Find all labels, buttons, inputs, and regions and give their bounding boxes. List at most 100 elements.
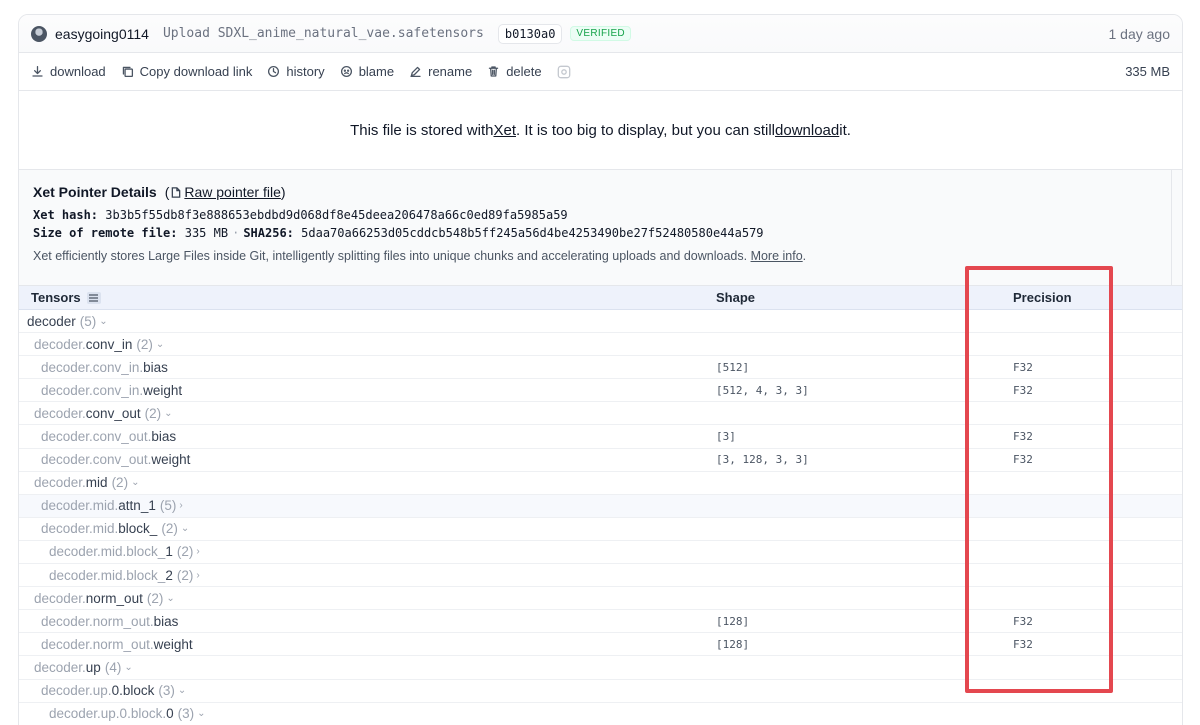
avatar[interactable] (31, 25, 47, 42)
list-icon[interactable] (86, 291, 101, 304)
tensor-name-prefix: decoder.norm_out. (41, 636, 154, 652)
tensor-row: decoder.conv_out. bias [3] F32 (19, 425, 1182, 449)
tensor-shape: [512, 4, 3, 3] (716, 383, 809, 397)
xet-hash-value: 3b3b5f55db8f3e888653ebdbd9d068df8e45deea… (105, 208, 568, 222)
tensor-child-count: (2) (176, 544, 194, 560)
tensor-shape: [128] (716, 614, 750, 628)
chevron-down-icon[interactable]: ⌄ (156, 339, 164, 350)
chevron-down-icon[interactable]: ⌄ (99, 316, 107, 327)
chevron-down-icon[interactable]: ⌄ (131, 477, 139, 488)
xet-details-heading: Xet Pointer Details (Raw pointer file) (33, 184, 1168, 200)
tensor-row[interactable]: decoder.mid.block_ 1 (2) › (19, 541, 1182, 565)
tensor-row[interactable]: decoder.up. 0.block (3) ⌄ (19, 680, 1182, 703)
tensor-row[interactable]: decoder. conv_out (2) ⌄ (19, 402, 1182, 426)
chevron-down-icon[interactable]: ⌄ (181, 523, 189, 534)
chevron-down-icon[interactable]: ⌄ (164, 408, 172, 419)
raw-pointer-file-link-wrap: (Raw pointer file) (164, 184, 286, 200)
tensor-name: decoder. up (4) ⌄ (19, 660, 716, 675)
commit-message[interactable]: Upload SDXL_anime_natural_vae.safetensor… (163, 26, 484, 41)
tensor-child-count: (5) (79, 313, 97, 329)
notice-download-link[interactable]: download (775, 122, 839, 139)
tensor-row[interactable]: decoder. conv_in (2) ⌄ (19, 333, 1182, 357)
chevron-down-icon[interactable]: ⌄ (197, 708, 205, 719)
tensor-row: decoder.conv_in. weight [512, 4, 3, 3] F32 (19, 379, 1182, 403)
download-button[interactable]: download (31, 64, 106, 79)
tensor-child-count: (3) (158, 683, 175, 699)
chevron-down-icon[interactable]: ⌄ (124, 662, 132, 673)
settings-icon (557, 65, 570, 78)
tensor-name-leaf: attn_1 (118, 498, 156, 514)
tensor-row[interactable]: decoder. up (4) ⌄ (19, 656, 1182, 680)
copy-download-link-label: Copy download link (139, 64, 253, 79)
tensor-shape: [512] (716, 360, 750, 374)
tensor-name-leaf: bias (151, 429, 177, 445)
chevron-right-icon[interactable]: › (179, 500, 182, 511)
tensor-name: decoder.conv_out. bias (19, 429, 716, 444)
copy-download-link-button[interactable]: Copy download link (121, 64, 253, 79)
tensor-child-count: (3) (177, 706, 195, 722)
scrollbar-track[interactable] (1171, 170, 1172, 285)
tensor-child-count: (2) (136, 336, 153, 352)
tensor-name: decoder.norm_out. bias (19, 614, 716, 629)
chevron-right-icon[interactable]: › (196, 546, 199, 557)
blame-label: blame (358, 64, 395, 79)
more-info-link[interactable]: More info (751, 249, 803, 263)
tensor-name-leaf: 0.block (111, 683, 155, 699)
delete-button[interactable]: delete (487, 64, 542, 79)
tensor-name-prefix: decoder.conv_out. (41, 429, 152, 445)
download-label: download (50, 64, 106, 79)
tensor-name: decoder.mid. block_ (2) ⌄ (19, 521, 716, 536)
tensor-name: decoder.mid.block_ 2 (2) › (19, 568, 716, 583)
chevron-down-icon[interactable]: ⌄ (178, 685, 186, 696)
tensor-child-count: (2) (161, 521, 178, 537)
file-actions-bar: download Copy download link history blam… (19, 53, 1182, 91)
tensor-row[interactable]: decoder.mid. attn_1 (5) › (19, 494, 1182, 518)
blame-button[interactable]: blame (340, 64, 394, 79)
tensor-name-prefix: decoder.mid. (41, 521, 119, 537)
tensor-row[interactable]: decoder. mid (2) ⌄ (19, 472, 1182, 495)
tensors-column-header: Tensors (19, 290, 716, 305)
blame-icon (340, 65, 352, 78)
tensor-name: decoder.norm_out. weight (19, 637, 716, 652)
commit-author[interactable]: easygoing0114 (55, 26, 149, 42)
trash-icon (488, 66, 499, 77)
tensor-row: decoder.norm_out. bias [128] F32 (19, 610, 1182, 634)
tensor-row[interactable]: decoder. norm_out (2) ⌄ (19, 587, 1182, 611)
history-label: history (286, 64, 325, 79)
notice-middle: . It is too big to display, but you can … (515, 121, 776, 139)
lfs-settings-button[interactable] (557, 65, 577, 79)
tensor-name-leaf: weight (143, 382, 183, 398)
history-button[interactable]: history (267, 64, 325, 79)
tensor-name-leaf: bias (153, 613, 179, 629)
list-lines-icon (89, 293, 99, 302)
tensor-shape: [128] (716, 637, 750, 651)
tensors-header-label: Tensors (31, 290, 81, 305)
tensor-name-leaf: mid (85, 475, 108, 491)
rename-button[interactable]: rename (409, 64, 472, 79)
tensor-name: decoder. conv_in (2) ⌄ (19, 337, 716, 352)
chevron-right-icon[interactable]: › (196, 570, 199, 581)
tensor-name-prefix: decoder. (34, 590, 86, 606)
tensor-row[interactable]: decoder.up.0.block. 0 (3) ⌄ (19, 703, 1182, 725)
tensor-name-prefix: decoder.conv_in. (41, 382, 144, 398)
tensor-row[interactable]: decoder.mid.block_ 2 (2) › (19, 564, 1182, 588)
sha256-label: SHA256: (243, 226, 294, 240)
remote-size-line: Size of remote file: 335 MB · SHA256: 5daa… (33, 226, 1168, 240)
tensor-name-leaf: 2 (165, 567, 173, 583)
raw-pointer-file-link[interactable]: Raw pointer file (184, 184, 281, 200)
large-file-notice: This file is stored with Xet . It is too… (19, 91, 1182, 170)
pencil-icon (410, 66, 421, 78)
copy-icon (122, 66, 133, 78)
notice-suffix: it. (839, 121, 851, 139)
tensor-row[interactable]: decoder.mid. block_ (2) ⌄ (19, 518, 1182, 541)
tensor-row[interactable]: decoder (5) ⌄ (19, 310, 1182, 334)
tensor-name-prefix: decoder. (34, 659, 86, 675)
tensor-shape: [3] (716, 430, 736, 444)
remote-size-label: Size of remote file: (33, 226, 178, 240)
xet-hash-line: Xet hash: 3b3b5f55db8f3e888653ebdbd9d068… (33, 208, 1168, 222)
commit-sha-badge[interactable]: b0130a0 (497, 23, 563, 44)
xet-link[interactable]: Xet (493, 122, 516, 139)
chevron-down-icon[interactable]: ⌄ (166, 593, 174, 604)
delete-label: delete (506, 64, 542, 79)
tensor-table-body: decoder (5) ⌄ decoder. conv_in (2) ⌄ decoder.co… (19, 310, 1182, 725)
